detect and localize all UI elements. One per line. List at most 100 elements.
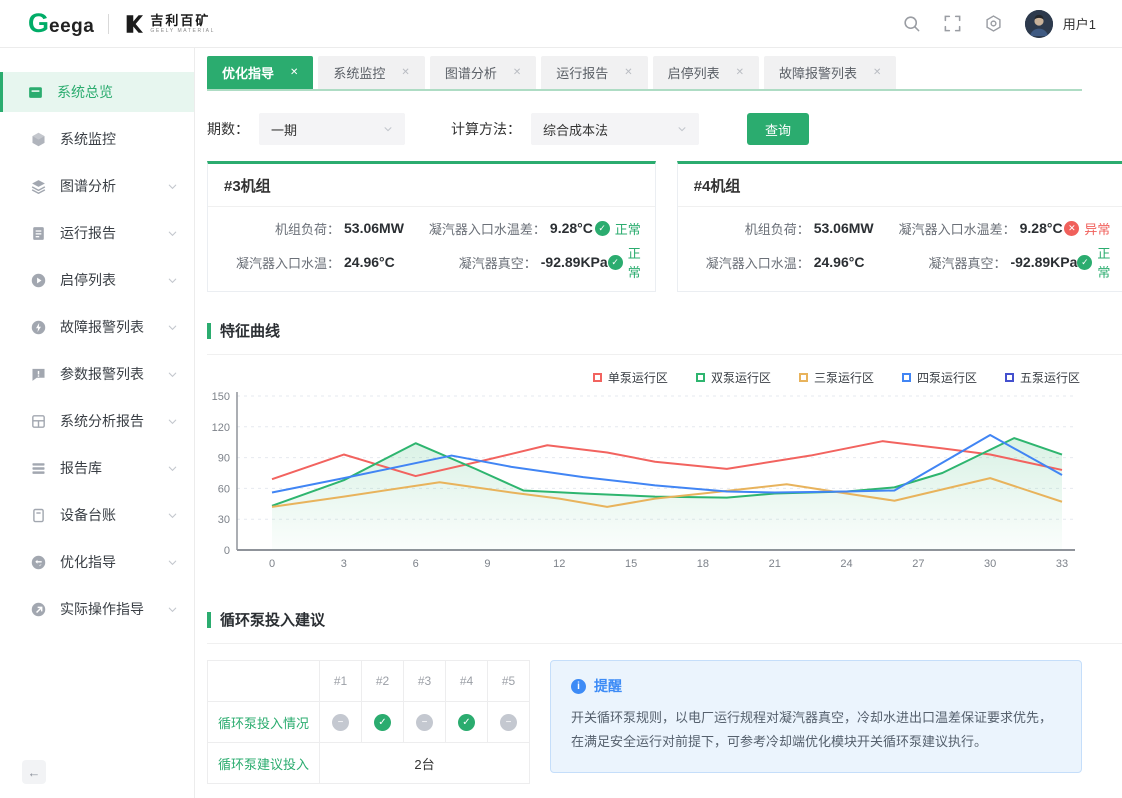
sidebar-item-library[interactable]: 报告库 [0,448,194,488]
legend-item-四泵运行区[interactable]: 四泵运行区 [902,369,977,386]
close-icon[interactable]: ✕ [513,67,521,78]
legend-swatch [593,373,602,382]
sidebar-collapse-button[interactable]: ← [22,760,46,784]
library-icon [30,460,47,477]
pump-status-cell: − [404,702,446,743]
avatar[interactable] [1025,10,1053,38]
sidebar-item-ledger[interactable]: 设备台账 [0,495,194,535]
sidebar-item-bolt[interactable]: 故障报警列表 [0,307,194,347]
svg-text:21: 21 [769,558,781,570]
tab-优化指导[interactable]: 优化指导✕ [207,56,313,89]
sidebar-item-optimize[interactable]: 优化指导 [0,542,194,582]
pump-status-cell: ✓ [362,702,404,743]
svg-text:120: 120 [212,422,230,434]
legend-item-单泵运行区[interactable]: 单泵运行区 [593,369,668,386]
grid-icon [30,413,47,430]
legend-item-双泵运行区[interactable]: 双泵运行区 [696,369,771,386]
method-select[interactable]: 综合成本法 [531,113,699,145]
top-bar: G eega 吉利百矿 GEELY MATERIAL [0,0,1122,48]
tab-运行报告[interactable]: 运行报告✕ [541,56,647,89]
sidebar-nav: 系统总览系统监控图谱分析运行报告启停列表故障报警列表参数报警列表系统分析报告报告… [0,72,194,629]
sidebar-item-label: 报告库 [60,458,154,478]
gear-icon[interactable] [984,14,1003,33]
sidebar-item-practical[interactable]: 实际操作指导 [0,589,194,629]
chevron-down-icon [167,416,178,427]
query-button[interactable]: 查询 [747,113,809,145]
legend-label: 双泵运行区 [711,369,771,386]
pump-status-cell: ✓ [446,702,488,743]
metric-value: 24.96°C [344,254,395,270]
svg-text:150: 150 [212,391,230,403]
suggest-value-cell: 2台 [320,743,530,784]
sidebar-item-report[interactable]: 运行报告 [0,213,194,253]
chevron-down-icon [167,557,178,568]
sidebar-item-overview[interactable]: 系统总览 [0,72,194,112]
sidebar-item-comment[interactable]: 参数报警列表 [0,354,194,394]
pump-status-cell: − [488,702,530,743]
close-icon[interactable]: ✕ [873,67,881,78]
unit-metrics: 机组负荷：53.06MW凝汽器入口水温差：9.28°C✓正常凝汽器入口水温：24… [208,207,655,291]
column-header: #2 [362,661,404,702]
svg-text:9: 9 [484,558,490,570]
check-circle-icon: ✓ [374,714,391,731]
line-chart-canvas: 030609012015003691215182124273033 [207,388,1083,576]
sidebar-item-label: 优化指导 [60,552,154,572]
tab-系统监控[interactable]: 系统监控✕ [318,56,424,89]
period-select[interactable]: 一期 [259,113,405,145]
sidebar-item-monitor[interactable]: 系统监控 [0,119,194,159]
legend-item-三泵运行区[interactable]: 三泵运行区 [799,369,874,386]
sidebar-item-label: 系统监控 [60,129,178,149]
fullscreen-icon[interactable] [943,14,962,33]
tab-启停列表[interactable]: 启停列表✕ [653,56,759,89]
tab-图谱分析[interactable]: 图谱分析 ✕ [430,56,536,89]
unit-cards: #3机组机组负荷：53.06MW凝汽器入口水温差：9.28°C✓正常凝汽器入口水… [207,161,1082,292]
svg-text:0: 0 [269,558,275,570]
tab-label: 图谱分析 [445,63,497,82]
metric-row: 机组负荷：53.06MW凝汽器入口水温差：9.28°C✓正常 [222,211,641,245]
geega-logo-g: G [28,10,49,37]
user-name[interactable]: 用户1 [1063,14,1096,33]
search-icon[interactable] [902,14,921,33]
column-header: #3 [404,661,446,702]
column-header: #1 [320,661,362,702]
notice-title: 提醒 [594,676,622,696]
close-icon[interactable]: ✕ [736,67,744,78]
svg-text:30: 30 [984,558,996,570]
minus-circle-icon: − [500,714,517,731]
check-circle-icon: ✓ [608,255,623,270]
legend-item-五泵运行区[interactable]: 五泵运行区 [1005,369,1080,386]
check-circle-icon: ✓ [1077,255,1092,270]
sidebar-item-play[interactable]: 启停列表 [0,260,194,300]
pump-status-table: #1#2#3#4#5循环泵投入情况−✓−✓−循环泵建议投入2台 [207,660,530,784]
close-icon[interactable]: ✕ [290,67,298,78]
sidebar-item-layers[interactable]: 图谱分析 [0,166,194,206]
sidebar-item-label: 设备台账 [60,505,154,525]
tab-故障报警列表[interactable]: 故障报警列表✕ [764,56,896,89]
divider [207,643,1122,644]
sidebar-item-label: 图谱分析 [60,176,154,196]
metric-label: 凝汽器入口水温： [222,253,340,272]
metric-label: 凝汽器入口水温差： [874,219,1016,238]
status-badge: ✓正常 [608,243,641,281]
close-icon[interactable]: ✕ [401,67,409,78]
geely-mark-icon [123,13,145,35]
sidebar-item-grid[interactable]: 系统分析报告 [0,401,194,441]
chevron-down-icon [383,124,393,134]
brand-divider [108,14,109,34]
curve-section-title: 特征曲线 [220,320,280,341]
period-select-value: 一期 [271,120,297,139]
filter-bar: 期数： 一期 计算方法： 综合成本法 查询 [207,113,1082,145]
topbar-actions: 用户1 [902,10,1096,38]
metric-label: 凝汽器真空： [864,253,1006,272]
metric: 凝汽器入口水温差：9.28°C [404,219,593,238]
layers-icon [30,178,47,195]
geely-logo: 吉利百矿 GEELY MATERIAL [123,13,215,35]
notice-body: 开关循环泵规则，以电厂运行规程对凝汽器真空，冷却水进出口温差保证要求优先，在满足… [571,706,1061,754]
check-circle-icon: ✓ [595,221,610,236]
legend-swatch [799,373,808,382]
unit-metrics: 机组负荷：53.06MW凝汽器入口水温差：9.28°C✕异常凝汽器入口水温：24… [678,207,1122,291]
legend-swatch [696,373,705,382]
close-icon[interactable]: ✕ [624,67,632,78]
metric-label: 凝汽器入口水温差： [404,219,546,238]
chevron-down-icon [167,463,178,474]
